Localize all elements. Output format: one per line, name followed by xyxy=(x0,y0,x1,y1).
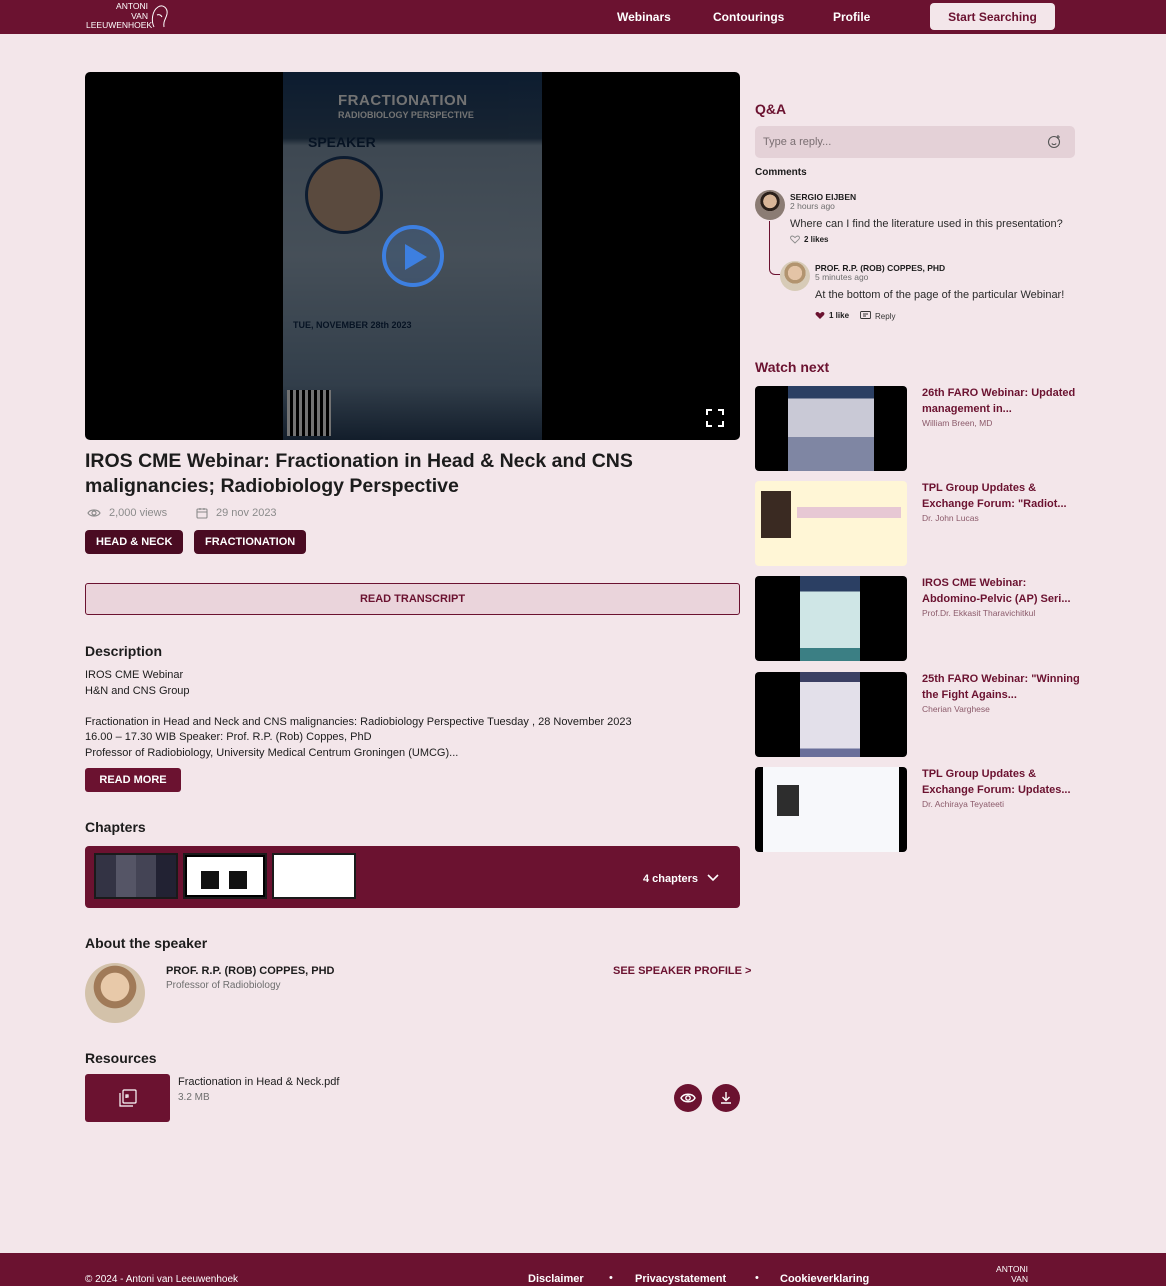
emoji-add-icon[interactable] xyxy=(1047,134,1062,149)
chapters-count[interactable]: 4 chapters xyxy=(643,873,698,885)
comment-like-button[interactable]: 1 like xyxy=(815,311,849,320)
heart-outline-icon xyxy=(790,235,800,244)
thumbnail-poster xyxy=(788,386,874,471)
comment-text: At the bottom of the page of the particu… xyxy=(815,289,1065,301)
tag-fractionation[interactable]: FRACTIONATION xyxy=(194,530,307,554)
footer-link-cookies[interactable]: Cookieverklaring xyxy=(780,1273,869,1285)
poster-qr-code xyxy=(287,390,331,436)
logo-portrait-icon xyxy=(151,5,168,28)
reply-input[interactable] xyxy=(755,126,1075,158)
poster-speaker-label: SPEAKER xyxy=(308,134,376,150)
nav-contourings[interactable]: Contourings xyxy=(713,0,784,34)
poster-subtitle: RADIOBIOLOGY PERSPECTIVE xyxy=(338,110,474,120)
slide-image xyxy=(229,871,247,889)
nav-profile[interactable]: Profile xyxy=(833,0,870,34)
eye-icon xyxy=(680,1093,696,1103)
footer-separator: • xyxy=(755,1272,759,1284)
read-more-button[interactable]: READ MORE xyxy=(85,768,181,792)
watch-next-author: William Breen, MD xyxy=(922,418,993,428)
chapter-thumbnail[interactable] xyxy=(183,853,267,899)
video-player[interactable]: FRACTIONATION RADIOBIOLOGY PERSPECTIVE S… xyxy=(85,72,740,440)
comment-text: Where can I find the literature used in … xyxy=(790,218,1063,230)
watch-next-thumbnail[interactable] xyxy=(755,672,907,757)
comment-like-button[interactable]: 2 likes xyxy=(790,235,828,244)
heart-filled-icon xyxy=(815,312,825,319)
thumbnail-speaker-photo xyxy=(761,491,791,538)
commenter-avatar xyxy=(780,261,810,291)
footer-logo[interactable]: ANTONI VAN xyxy=(990,1264,1028,1284)
file-size: 3.2 MB xyxy=(178,1092,210,1103)
pdf-file-tile[interactable] xyxy=(85,1074,170,1122)
watch-next-author: Prof.Dr. Ekkasit Tharavichitkul xyxy=(922,608,1036,618)
read-transcript-button[interactable]: READ TRANSCRIPT xyxy=(85,583,740,615)
description-heading: Description xyxy=(85,643,163,659)
comment-reply-button[interactable]: Reply xyxy=(860,311,895,321)
footer-link-disclaimer[interactable]: Disclaimer xyxy=(528,1273,584,1285)
footer: © 2024 - Antoni van Leeuwenhoek Disclaim… xyxy=(0,1253,1166,1286)
watch-next-heading: Watch next xyxy=(755,359,830,375)
poster-date: TUE, NOVEMBER 28th 2023 xyxy=(293,320,412,330)
watch-next-title[interactable]: 26th FARO Webinar: Updated management in… xyxy=(922,386,1082,417)
footer-separator: • xyxy=(609,1272,613,1284)
reply-thread-line xyxy=(769,221,780,275)
webinar-title: IROS CME Webinar: Fractionation in Head … xyxy=(85,450,633,497)
description-text: IROS CME Webinar H&N and CNS Group Fract… xyxy=(85,669,632,759)
commenter-avatar xyxy=(755,190,785,220)
thumbnail-speaker-photo xyxy=(777,785,799,816)
watch-next-thumbnail[interactable] xyxy=(755,576,907,661)
speaker-name: PROF. R.P. (ROB) COPPES, PHD xyxy=(166,965,335,977)
chevron-down-icon[interactable] xyxy=(707,873,719,883)
speaker-role: Professor of Radiobiology xyxy=(166,980,281,991)
chapter-thumbnail[interactable] xyxy=(272,853,356,899)
watch-next-thumbnail[interactable] xyxy=(755,767,907,852)
chapter-slide xyxy=(187,857,263,895)
watch-next-title[interactable]: TPL Group Updates & Exchange Forum: Upda… xyxy=(922,767,1082,798)
download-file-button[interactable] xyxy=(712,1084,740,1112)
poster-speaker-photo xyxy=(305,156,383,234)
reply-icon xyxy=(860,311,871,319)
comment-time: 2 hours ago xyxy=(790,201,835,211)
watch-next-author: Dr. Achiraya Teyateeti xyxy=(922,799,1005,809)
qa-heading: Q&A xyxy=(755,101,787,117)
top-navbar: ANTONI VAN LEEUWENHOEK Webinars Contouri… xyxy=(0,0,1166,34)
watch-next-thumbnail[interactable] xyxy=(755,481,907,566)
watch-next-title[interactable]: IROS CME Webinar: Abdomino-Pelvic (AP) S… xyxy=(922,576,1082,607)
footer-link-privacy[interactable]: Privacystatement xyxy=(635,1273,726,1285)
slide-image xyxy=(201,871,219,889)
pdf-icon xyxy=(119,1089,137,1107)
eye-icon xyxy=(87,509,101,517)
copyright: © 2024 - Antoni van Leeuwenhoek xyxy=(85,1274,239,1285)
about-speaker-heading: About the speaker xyxy=(85,935,208,951)
fullscreen-icon[interactable] xyxy=(705,408,725,428)
publish-date: 29 nov 2023 xyxy=(196,507,277,519)
see-speaker-profile-link[interactable]: SEE SPEAKER PROFILE > xyxy=(613,965,751,977)
watch-next-author: Cherian Varghese xyxy=(922,704,990,714)
chapters-strip[interactable]: 4 chapters xyxy=(85,846,740,908)
thumbnail-poster xyxy=(800,576,860,661)
watch-next-title[interactable]: 25th FARO Webinar: "Winning the Fight Ag… xyxy=(922,672,1082,703)
thumbnail-title-band xyxy=(797,507,901,518)
calendar-icon xyxy=(196,508,208,519)
view-file-button[interactable] xyxy=(674,1084,702,1112)
chapter-thumbnail[interactable] xyxy=(94,853,178,899)
chapters-heading: Chapters xyxy=(85,819,146,835)
play-button[interactable] xyxy=(382,225,444,287)
speaker-avatar xyxy=(85,963,145,1023)
thumbnail-poster xyxy=(800,672,860,757)
tag-head-neck[interactable]: HEAD & NECK xyxy=(85,530,184,554)
nav-webinars[interactable]: Webinars xyxy=(617,0,671,34)
brand-logo[interactable]: ANTONI VAN LEEUWENHOEK xyxy=(86,1,152,31)
watch-next-title[interactable]: TPL Group Updates & Exchange Forum: "Rad… xyxy=(922,481,1082,512)
start-searching-button[interactable]: Start Searching xyxy=(930,3,1055,30)
view-count: 2,000 views xyxy=(87,507,167,519)
watch-next-author: Dr. John Lucas xyxy=(922,513,979,523)
comment-time: 5 minutes ago xyxy=(815,272,869,282)
poster-title: FRACTIONATION xyxy=(338,92,468,109)
download-icon xyxy=(721,1092,731,1104)
watch-next-thumbnail[interactable] xyxy=(755,386,907,471)
file-name[interactable]: Fractionation in Head & Neck.pdf xyxy=(178,1076,339,1088)
resources-heading: Resources xyxy=(85,1050,157,1066)
play-icon xyxy=(405,244,427,270)
comments-heading: Comments xyxy=(755,167,807,178)
